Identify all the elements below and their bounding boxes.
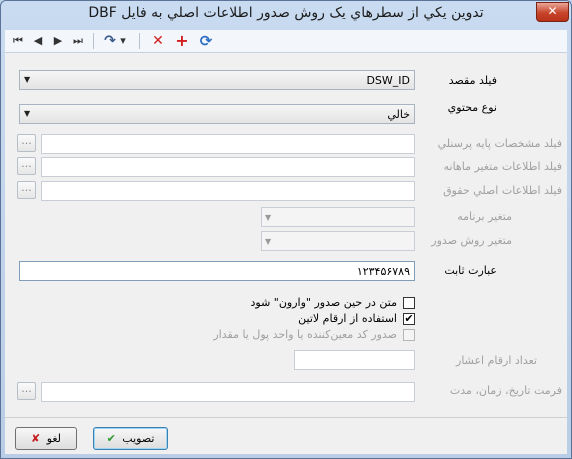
date-format-input[interactable] [41,382,415,402]
next-record-icon[interactable]: ▶ [49,32,67,50]
target-field-combo[interactable]: ▼ DSW_ID [19,70,415,90]
toolbar: ⏮ ◀ ▶ ⏭ ↷ ▾ ✕ + ⟳ [5,30,567,53]
ok-button[interactable]: ✔ تصويب [93,427,168,450]
chevron-down-icon: ▼ [265,213,272,222]
decimal-digits-input[interactable] [294,350,415,370]
date-format-browse-button[interactable]: ... [17,382,36,400]
dialog-window: تدوين يکي از سطرهاي يک روش صدور اطلاعات … [0,0,572,459]
latin-digits-label: استفاده از ارقام لاتين [298,312,397,325]
salary-field-input[interactable] [41,181,415,201]
salary-field-label: فيلد اطلاعات اصلي حقوق [443,184,562,197]
content-type-combo[interactable]: ▼ خالي [19,104,415,124]
cancel-button-label: لغو [46,432,62,445]
monthly-browse-button[interactable]: ... [17,157,36,175]
chevron-down-icon[interactable]: ▾ [117,32,129,50]
program-var-label: متغير برنامه [457,210,512,223]
monthly-field-label: فيلد اطلاعات متغير ماهانه [443,160,562,173]
divider [5,417,567,418]
reverse-text-label: متن در حين صدور "وارون" شود [250,296,398,309]
constant-label: عبارت ثابت [444,264,497,277]
latin-digits-checkbox[interactable]: ✔ [403,313,415,325]
decimal-digits-label: تعداد ارقام اعشار [456,354,537,367]
cross-icon: ✘ [30,432,41,445]
date-format-label: فرمت تاريخ، زمان، مدت [449,384,562,397]
export-var-label: متغير روش صدور [431,234,512,247]
chevron-down-icon: ▼ [265,237,272,246]
chevron-down-icon: ▼ [24,75,31,84]
toolbar-separator [139,33,140,49]
title-bar: تدوين يکي از سطرهاي يک روش صدور اطلاعات … [1,1,571,29]
constant-value: ۱۲۳۴۵۶۷۸۹ [356,265,410,278]
close-button[interactable]: ✕ [536,2,569,22]
personnel-field-input[interactable] [41,134,415,154]
ok-button-label: تصويب [122,432,155,445]
target-field-value: DSW_ID [366,74,410,87]
add-icon[interactable]: + [173,32,191,50]
currency-code-label: صدور کد معين‌کننده يا واحد پول يا مقدار [213,328,397,341]
delete-icon[interactable]: ✕ [149,32,167,50]
form-area: فيلد مقصد ▼ DSW_ID نوع محتوي ▼ خالي فيلد… [5,53,567,454]
monthly-field-input[interactable] [41,157,415,177]
toolbar-separator [93,33,94,49]
reverse-text-checkbox[interactable] [403,297,415,309]
target-field-label: فيلد مقصد [448,74,497,87]
first-record-icon[interactable]: ⏮ [9,32,27,50]
currency-code-checkbox[interactable] [403,329,415,341]
window-title: تدوين يکي از سطرهاي يک روش صدور اطلاعات … [88,5,484,21]
personnel-browse-button[interactable]: ... [17,134,36,152]
chevron-down-icon: ▼ [24,109,31,118]
salary-browse-button[interactable]: ... [17,181,36,199]
check-icon: ✔ [106,432,116,445]
cancel-button[interactable]: ✘ لغو [15,427,77,450]
refresh-icon[interactable]: ⟳ [197,32,215,50]
content-type-label: نوع محتوي [447,101,497,114]
prev-record-icon[interactable]: ◀ [29,32,47,50]
export-var-combo[interactable]: ▼ [261,231,415,251]
program-var-combo[interactable]: ▼ [261,207,415,227]
last-record-icon[interactable]: ⏭ [69,32,87,50]
personnel-field-label: فيلد مشخصات پايه پرسنلي [437,137,562,150]
constant-input[interactable]: ۱۲۳۴۵۶۷۸۹ [19,261,415,281]
content-type-value: خالي [387,108,410,121]
